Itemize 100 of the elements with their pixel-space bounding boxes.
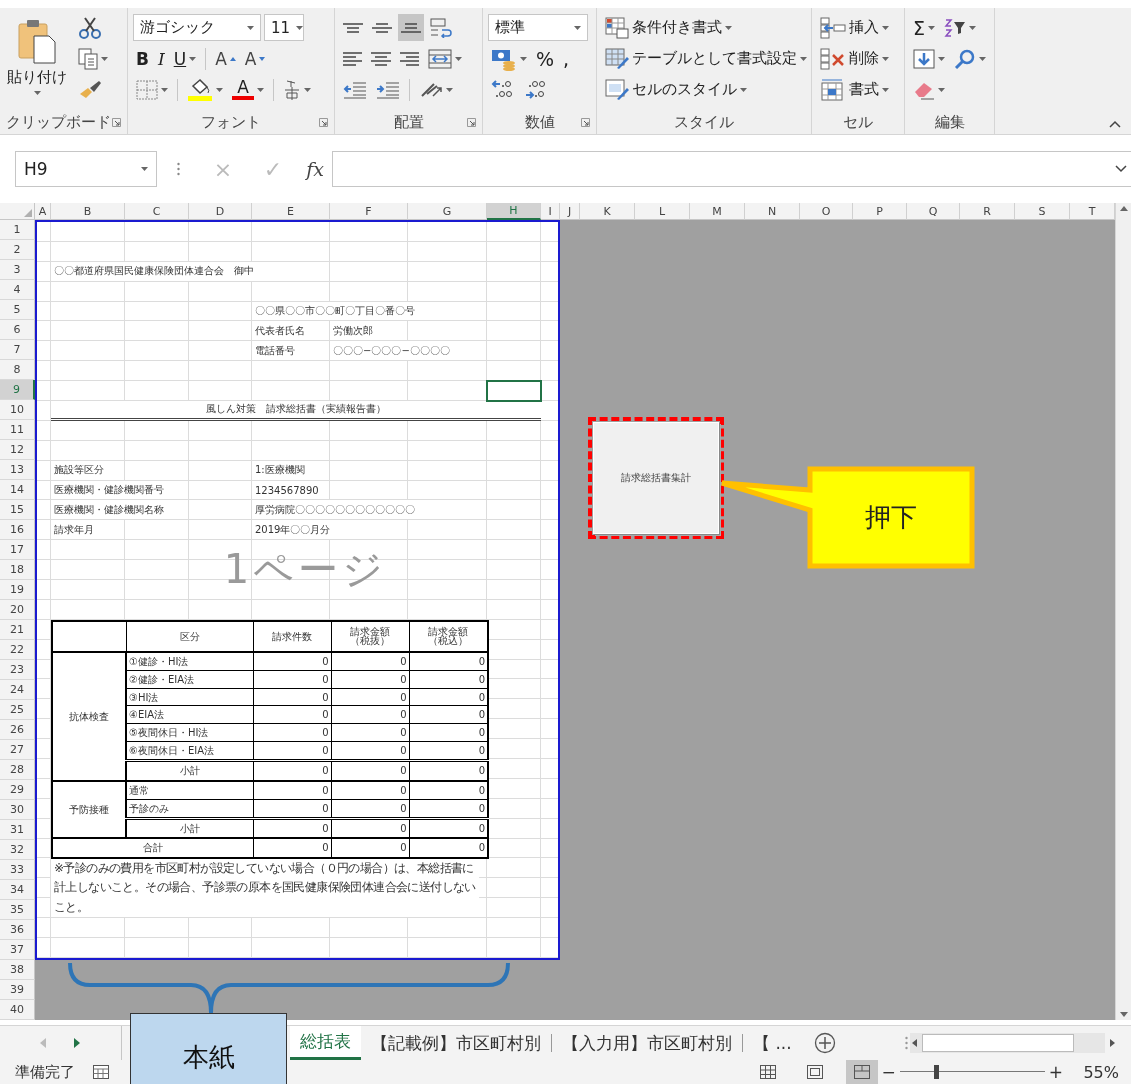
row-header[interactable]: 22 [0,640,35,660]
column-header[interactable]: P [853,203,907,220]
italic-button[interactable]: I [154,45,168,72]
column-header[interactable]: L [635,203,690,220]
zoom-in-button[interactable]: + [1044,1062,1067,1082]
column-header[interactable]: K [580,203,635,220]
cells-command-button[interactable]: 挿入 [817,14,892,41]
font-color-button[interactable]: A [229,76,267,103]
number-format-dropdown[interactable]: 標準 [488,14,588,41]
aggregate-button[interactable]: 請求総括書集計 [593,422,719,534]
grow-font-button[interactable]: A [212,45,239,72]
row-header[interactable]: 40 [0,1000,35,1020]
row-header[interactable]: 19 [0,580,35,600]
formula-input[interactable] [332,151,1131,187]
row-header[interactable]: 35 [0,900,35,920]
column-header[interactable]: D [189,203,252,220]
style-command-button[interactable]: 条件付き書式 [602,14,735,41]
row-header[interactable]: 37 [0,940,35,960]
row-header[interactable]: 27 [0,740,35,760]
zoom-slider[interactable] [899,1064,1045,1080]
font-size-dropdown[interactable]: 11 [264,14,304,41]
column-header[interactable]: A [35,203,51,220]
row-header[interactable]: 31 [0,820,35,840]
slider-thumb[interactable] [934,1065,939,1079]
row-header[interactable]: 14 [0,480,35,500]
column-header[interactable]: E [252,203,330,220]
zoom-out-button[interactable]: − [877,1062,900,1082]
paste-button[interactable]: 貼り付け [5,12,69,108]
dialog-launcher-button[interactable] [111,116,122,128]
column-header[interactable]: N [745,203,800,220]
column-header[interactable]: G [408,203,487,220]
row-header[interactable]: 3 [0,260,35,280]
column-header[interactable]: C [125,203,189,220]
row-header[interactable]: 6 [0,320,35,340]
row-header[interactable]: 36 [0,920,35,940]
column-header[interactable]: S [1015,203,1070,220]
row-header[interactable]: 7 [0,340,35,360]
row-header[interactable]: 17 [0,540,35,560]
column-header[interactable]: O [800,203,853,220]
cells-command-button[interactable]: 書式 [817,76,892,103]
collapse-ribbon-button[interactable] [1109,120,1121,128]
row-header[interactable]: 26 [0,720,35,740]
column-header[interactable]: I [541,203,560,220]
comma-button[interactable]: , [560,45,573,72]
sheet-tab[interactable]: 【入力用】市区町村別 [552,1026,742,1060]
name-box[interactable]: H9 [15,151,157,187]
active-cell[interactable] [486,380,542,402]
font-name-dropdown[interactable]: 游ゴシック [133,14,261,41]
bold-button[interactable]: B [133,45,152,72]
row-header[interactable]: 1 [0,220,35,240]
autosum-button[interactable]: Σ [910,14,938,41]
column-header[interactable]: B [51,203,125,220]
dialog-launcher-button[interactable] [580,116,591,128]
row-header[interactable]: 8 [0,360,35,380]
row-header[interactable]: 24 [0,680,35,700]
sheet-tab[interactable]: 【記載例】市区町村別 [361,1026,551,1060]
dialog-launcher-button[interactable] [318,116,329,128]
row-header[interactable]: 5 [0,300,35,320]
column-header[interactable]: F [330,203,408,220]
row-header[interactable]: 20 [0,600,35,620]
style-command-button[interactable]: テーブルとして書式設定 [602,45,810,72]
row-header[interactable]: 28 [0,760,35,780]
sheet-tab[interactable]: 【 ... [743,1026,802,1060]
row-header[interactable]: 2 [0,240,35,260]
row-header[interactable]: 32 [0,840,35,860]
column-header[interactable]: M [690,203,745,220]
row-header[interactable]: 29 [0,780,35,800]
row-header[interactable]: 39 [0,980,35,1000]
percent-button[interactable]: % [533,45,558,72]
view-button[interactable] [845,1060,878,1084]
sheet-nav-button[interactable] [72,1036,82,1050]
row-header[interactable]: 16 [0,520,35,540]
column-header[interactable]: J [560,203,580,220]
underline-button[interactable]: U [170,45,200,72]
copy-button[interactable] [75,45,111,72]
column-header[interactable]: R [960,203,1015,220]
row-header[interactable]: 21 [0,620,35,640]
row-header[interactable]: 34 [0,880,35,900]
row-header[interactable]: 30 [0,800,35,820]
row-header[interactable]: 25 [0,700,35,720]
column-header[interactable]: Q [907,203,960,220]
row-header[interactable]: 11 [0,420,35,440]
row-header[interactable]: 38 [0,960,35,980]
dialog-launcher-button[interactable] [466,116,477,128]
column-header[interactable]: H [487,203,541,220]
row-header[interactable]: 23 [0,660,35,680]
vertical-align-button[interactable] [398,14,424,41]
insert-function-button[interactable]: fx [298,158,332,180]
row-header[interactable]: 12 [0,440,35,460]
row-header[interactable]: 13 [0,460,35,480]
row-header[interactable]: 4 [0,280,35,300]
style-command-button[interactable]: セルのスタイル [602,76,750,103]
row-header[interactable]: 18 [0,560,35,580]
row-header[interactable]: 10 [0,400,35,420]
shrink-font-button[interactable]: A [241,45,269,72]
row-header[interactable]: 33 [0,860,35,880]
vertical-scrollbar[interactable] [1115,203,1131,1020]
sheet-tab[interactable]: 総括表 [290,1026,361,1060]
cells-command-button[interactable]: 削除 [817,45,892,72]
horizontal-scrollbar[interactable] [910,1033,1105,1053]
